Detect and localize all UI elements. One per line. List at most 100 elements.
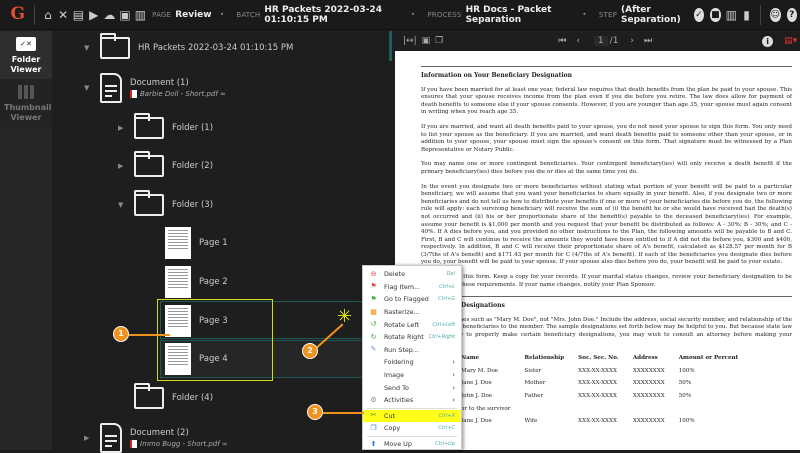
tree-document-2[interactable]: ▶ Document (2) Immo Bugg - Short.pdf ∞	[84, 423, 228, 453]
document-file: Immo Bugg - Short.pdf	[140, 440, 220, 448]
tools-icon[interactable]: ✕	[58, 8, 69, 22]
menu-item-label: Activities	[384, 396, 414, 405]
tree-document-1[interactable]: ▼ Document (1) Barbie Doll - Short.pdf ∞	[84, 73, 226, 103]
menu-item-foldering[interactable]: Foldering ›	[363, 356, 461, 369]
table-cell: XXX-XX-XXXX	[578, 393, 617, 399]
menu-item-label: Rotate Right	[384, 333, 424, 342]
cut-icon: ✂	[370, 411, 377, 420]
tree-root[interactable]: ▼ HR Packets 2022-03-24 01:10:15 PM	[84, 33, 293, 59]
folder-icon	[100, 33, 130, 59]
tree-folder-1[interactable]: ▶ Folder (1)	[118, 113, 213, 139]
table-row: Mary M. Doe Sister XXX-XX-XXXX XXXXXXXX 100%	[461, 367, 752, 380]
thumbnail-viewer-tab[interactable]: Thumbnail Viewer	[0, 79, 52, 127]
next-page-icon[interactable]: ›	[630, 36, 634, 46]
menu-shortcut: Ctrl+L	[439, 283, 455, 290]
menu-item-delete[interactable]: ⊖ Delete Del	[363, 268, 461, 281]
table-cell	[633, 405, 679, 418]
doc-heading: Information on Your Beneficiary Designat…	[421, 66, 792, 80]
table-cell: XXX-XX-XXXX	[578, 418, 617, 425]
folder-label: Folder (3)	[172, 200, 214, 210]
expand-icon[interactable]: ▶	[118, 162, 126, 170]
menu-item-label: Copy	[384, 424, 401, 433]
selection-box	[157, 299, 273, 381]
menu-item-move-up[interactable]: ⬆ Move Up Ctrl+Up	[363, 438, 461, 451]
doc-paragraph: In the event you designate two or more b…	[421, 183, 792, 266]
menu-item-run-step[interactable]: ✎ Run Step...	[363, 344, 461, 357]
table-cell: Wife	[524, 418, 538, 425]
page-label: Page 1	[199, 238, 228, 248]
page-thumbnail	[165, 227, 191, 259]
chart-icon[interactable]: ▥	[135, 8, 146, 22]
table-cell: or to the survivor	[461, 405, 511, 412]
book-icon[interactable]: ▮	[741, 8, 752, 22]
first-page-icon[interactable]: ⏮	[558, 36, 566, 46]
collapse-icon[interactable]: ▼	[84, 84, 92, 92]
tree-folder-3[interactable]: ▼ Folder (3)	[118, 190, 214, 216]
delete-batch-icon[interactable]: ▥	[726, 8, 737, 22]
step-value: (After Separation)	[621, 4, 681, 25]
goto-flag-icon: ⚑	[370, 294, 377, 303]
page-number-input[interactable]: 1	[593, 36, 608, 46]
move-up-icon: ⬆	[370, 439, 377, 448]
viewer-toolbar: |↔| ▣ ❐ ⏮ ‹ 1 /1 › ⏭ i ▤▾	[395, 31, 800, 51]
tree-folder-4[interactable]: Folder (4)	[134, 383, 213, 409]
menu-item-image[interactable]: Image ›	[363, 369, 461, 382]
separator-dot: •	[582, 10, 587, 19]
beneficiary-table: Name Relationship Soc. Sec. No. Address Amou…	[461, 354, 752, 430]
fit-page-icon[interactable]: ▣	[422, 36, 431, 46]
tree-page-1[interactable]: Page 1	[165, 227, 228, 259]
play-batch-icon[interactable]: ▶	[88, 8, 99, 22]
tree-folder-2[interactable]: ▶ Folder (2)	[118, 151, 213, 177]
upload-icon[interactable]: ☁	[103, 8, 115, 22]
stop-icon[interactable]: ■	[710, 7, 721, 22]
menu-icon-blank	[369, 371, 378, 380]
menu-item-label: Foldering	[384, 358, 414, 367]
folder-viewer-tab[interactable]: ✓✕ Folder Viewer	[0, 31, 52, 79]
menu-item-cut[interactable]: ✂ Cut Ctrl+X	[363, 409, 461, 423]
table-cell	[578, 405, 633, 418]
archive-icon[interactable]: ▤	[73, 8, 84, 22]
menu-item-rasterize[interactable]: ▦ Rasterize...	[363, 306, 461, 319]
submenu-arrow-icon: ›	[452, 371, 455, 380]
menu-item-activities[interactable]: ⚙ Activities ›	[363, 394, 461, 407]
menu-item-copy[interactable]: ❐ Copy Ctrl+C	[363, 422, 461, 435]
menu-item-go-to-flagged[interactable]: ⚑ Go to Flagged Ctrl+G	[363, 293, 461, 306]
expand-icon[interactable]: ▶	[84, 434, 92, 442]
top-bar: G ⌂ ✕ ▤ ▶ ☁ ▣ ▥ PAGE Review • BATCH HR P…	[0, 0, 800, 30]
tree-scrollbar[interactable]	[389, 31, 392, 61]
page-label: PAGE	[152, 10, 172, 19]
prev-page-icon[interactable]: ‹	[576, 36, 580, 46]
last-page-icon[interactable]: ⏭	[644, 36, 652, 46]
page-thumbnail	[165, 266, 191, 298]
info-icon[interactable]: i	[762, 35, 774, 47]
collapse-icon[interactable]: ▼	[118, 201, 126, 209]
table-row: Jane J. Doe Mother XXX-XX-XXXX XXXXXXXX 50%	[461, 379, 752, 392]
table-cell	[524, 405, 578, 418]
approve-icon[interactable]: ✓	[693, 7, 705, 22]
menu-item-label: Cut	[384, 411, 396, 420]
collapse-icon[interactable]: ▼	[84, 44, 92, 52]
rotate-left-icon: ↺	[370, 320, 377, 329]
home-icon[interactable]: ⌂	[42, 8, 53, 22]
menu-item-send-to[interactable]: Send To ›	[363, 381, 461, 394]
expand-icon[interactable]: ▶	[118, 124, 126, 132]
menu-item-flag-item[interactable]: ⚑ Flag Item... Ctrl+L	[363, 281, 461, 294]
tree-page-2[interactable]: Page 2	[165, 266, 228, 298]
menu-item-rotate-right[interactable]: ↻ Rotate Right Ctrl+Right	[363, 331, 461, 344]
menu-icon-blank	[369, 358, 378, 367]
fit-width-icon[interactable]: |↔|	[403, 36, 417, 46]
pages-icon[interactable]: ❐	[435, 36, 443, 46]
user-icon[interactable]: ☺	[769, 7, 781, 22]
menu-item-rotate-left[interactable]: ↺ Rotate Left Ctrl+Left	[363, 318, 461, 331]
help-icon[interactable]: ?	[786, 7, 798, 22]
pdf-icon	[130, 90, 137, 98]
pdf-menu-icon[interactable]: ▤▾	[784, 36, 797, 46]
page-total: /1	[609, 36, 619, 46]
job-clock-icon[interactable]: ▣	[119, 8, 130, 22]
app-logo: G	[10, 3, 26, 24]
menu-shortcut: Ctrl+Right	[428, 334, 455, 341]
delete-icon: ⊖	[370, 269, 377, 278]
submenu-arrow-icon: ›	[452, 383, 455, 392]
table-cell: XXXXXXXX	[632, 367, 665, 374]
callout-arrow-1	[128, 334, 170, 336]
